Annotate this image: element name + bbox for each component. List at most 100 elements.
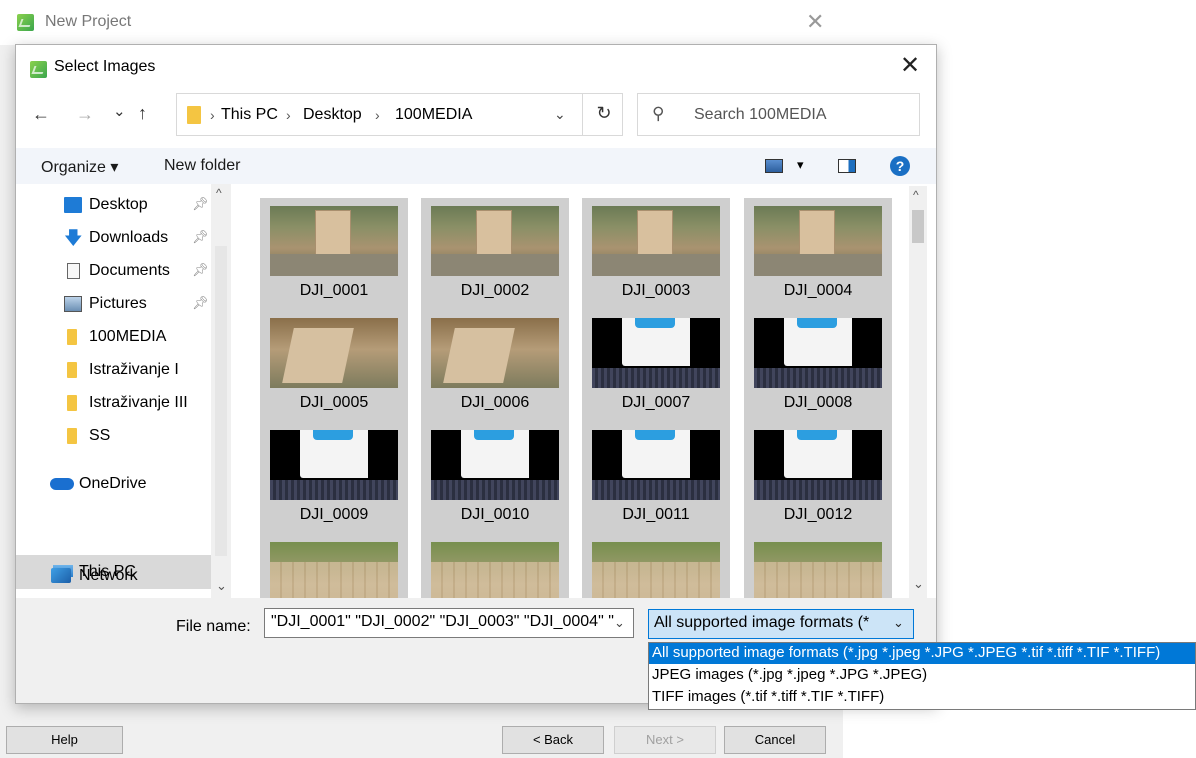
sidebar-item-100media[interactable]: 100MEDIA xyxy=(16,321,211,353)
back-arrow-icon[interactable]: ← xyxy=(32,104,50,125)
file-grid-scrollbar[interactable] xyxy=(909,186,927,598)
dialog-title: Select Images xyxy=(54,58,156,75)
sidebar-scroll-thumb[interactable] xyxy=(215,246,227,556)
sidebar-item-label: Downloads xyxy=(89,229,169,246)
image-thumbnail xyxy=(431,430,559,500)
sidebar-item-pictures[interactable]: Pictures 📌︎ xyxy=(16,288,211,320)
image-thumbnail xyxy=(592,542,720,598)
scroll-up-arrow-icon[interactable]: ^ xyxy=(913,188,919,202)
image-thumbnail xyxy=(754,206,882,276)
file-name: DJI_0007 xyxy=(621,394,691,411)
file-type-chevron-icon[interactable]: ⌄ xyxy=(893,615,904,631)
sidebar-item-label: Desktop xyxy=(89,196,148,213)
file-type-option-jpeg[interactable]: JPEG images (*.jpg *.jpeg *.JPG *.JPEG) xyxy=(649,665,1195,686)
file-name-input[interactable]: "DJI_0001" "DJI_0002" "DJI_0003" "DJI_00… xyxy=(264,608,634,638)
file-name: DJI_0010 xyxy=(460,506,530,523)
sidebar-item-ss[interactable]: SS xyxy=(16,420,211,452)
navigation-pane: Desktop 📌︎ 🡇 Downloads 📌︎ Documents 📌︎ P… xyxy=(16,184,231,598)
search-input[interactable]: ⚲ Search 100MEDIA xyxy=(637,93,920,136)
sidebar-item-label: Pictures xyxy=(89,295,147,312)
image-thumbnail xyxy=(431,318,559,388)
file-type-option-tiff[interactable]: TIFF images (*.tif *.tiff *.TIF *.TIFF) xyxy=(649,687,1195,708)
file-name: DJI_0012 xyxy=(783,506,853,523)
breadcrumb-separator: › xyxy=(210,107,215,123)
back-button[interactable]: < Back xyxy=(502,726,604,754)
sidebar-item-onedrive[interactable]: OneDrive xyxy=(16,468,211,500)
view-menu-chevron-icon[interactable]: ▾ xyxy=(797,157,804,173)
folder-icon xyxy=(67,329,77,345)
file-name: DJI_0002 xyxy=(460,282,530,299)
file-item[interactable]: DJI_0006 xyxy=(421,310,569,422)
app-logo-icon xyxy=(30,61,47,78)
onedrive-icon xyxy=(50,478,74,490)
file-item[interactable] xyxy=(421,534,569,598)
sidebar-item-istrazivanje-iii[interactable]: Istraživanje III xyxy=(16,387,211,419)
file-item[interactable]: DJI_0001 xyxy=(260,198,408,310)
image-thumbnail xyxy=(270,430,398,500)
forward-arrow-icon[interactable]: → xyxy=(76,104,94,125)
sidebar-item-label: SS xyxy=(89,427,111,444)
refresh-button[interactable]: ↻ xyxy=(582,93,625,136)
pictures-icon xyxy=(64,296,82,312)
new-project-close-button[interactable]: ✕ xyxy=(806,9,824,35)
new-project-title: New Project xyxy=(45,13,132,30)
scroll-down-arrow-icon[interactable]: ⌄ xyxy=(913,576,924,592)
new-project-titlebar: New Project ✕ xyxy=(0,0,843,45)
sidebar-item-label: Istraživanje III xyxy=(89,394,188,411)
file-item[interactable] xyxy=(260,534,408,598)
organize-menu[interactable]: Organize ▾ xyxy=(41,157,118,177)
breadcrumb-this-pc[interactable]: This PC xyxy=(221,106,278,124)
dialog-close-button[interactable]: ✕ xyxy=(900,51,920,80)
file-item[interactable]: DJI_0012 xyxy=(744,422,892,534)
command-toolbar: Organize ▾ New folder ▾ ? xyxy=(16,148,936,184)
view-mode-icon[interactable] xyxy=(765,159,783,173)
file-type-option-all[interactable]: All supported image formats (*.jpg *.jpe… xyxy=(649,643,1195,664)
sidebar-item-desktop[interactable]: Desktop 📌︎ xyxy=(16,189,211,221)
recent-locations-chevron-icon[interactable]: ⌄ xyxy=(113,102,126,120)
breadcrumb-desktop[interactable]: Desktop xyxy=(303,106,362,124)
address-dropdown-chevron-icon[interactable]: ⌄ xyxy=(554,106,566,123)
cancel-button[interactable]: Cancel xyxy=(724,726,826,754)
file-item[interactable]: DJI_0008 xyxy=(744,310,892,422)
file-name: DJI_0004 xyxy=(783,282,853,299)
file-item[interactable] xyxy=(744,534,892,598)
sidebar-item-istrazivanje-i[interactable]: Istraživanje I xyxy=(16,354,211,386)
pin-icon[interactable]: 📌︎ xyxy=(192,196,209,212)
next-button[interactable]: Next > xyxy=(614,726,716,754)
help-button[interactable]: Help xyxy=(6,726,123,754)
file-item[interactable]: DJI_0011 xyxy=(582,422,730,534)
scroll-down-arrow-icon[interactable]: ⌄ xyxy=(216,578,227,594)
folder-icon xyxy=(187,106,201,124)
new-folder-button[interactable]: New folder xyxy=(164,157,240,175)
file-item[interactable]: DJI_0007 xyxy=(582,310,730,422)
select-images-dialog: Select Images ✕ ← → ⌄ ↑ › This PC › Desk… xyxy=(15,44,937,704)
file-item[interactable]: DJI_0010 xyxy=(421,422,569,534)
sidebar-item-network[interactable]: Network xyxy=(16,560,211,592)
file-item[interactable]: DJI_0005 xyxy=(260,310,408,422)
file-item[interactable]: DJI_0002 xyxy=(421,198,569,310)
pin-icon[interactable]: 📌︎ xyxy=(192,229,209,245)
image-thumbnail xyxy=(754,318,882,388)
sidebar-item-label: Documents xyxy=(89,262,170,279)
up-arrow-icon[interactable]: ↑ xyxy=(138,103,147,124)
sidebar-item-documents[interactable]: Documents 📌︎ xyxy=(16,255,211,287)
file-item[interactable]: DJI_0004 xyxy=(744,198,892,310)
file-name-history-chevron-icon[interactable]: ⌄ xyxy=(614,615,625,631)
file-item[interactable]: DJI_0003 xyxy=(582,198,730,310)
pin-icon[interactable]: 📌︎ xyxy=(192,295,209,311)
address-bar[interactable]: › This PC › Desktop › 100MEDIA ⌄ xyxy=(176,93,623,136)
sidebar-item-downloads[interactable]: 🡇 Downloads 📌︎ xyxy=(16,222,211,254)
file-item[interactable]: DJI_0009 xyxy=(260,422,408,534)
scroll-up-arrow-icon[interactable]: ^ xyxy=(216,186,222,200)
file-item[interactable] xyxy=(582,534,730,598)
desktop-icon xyxy=(64,197,82,213)
file-type-select[interactable]: All supported image formats (* xyxy=(648,609,914,639)
preview-pane-icon[interactable] xyxy=(838,159,856,173)
file-grid-scroll-thumb[interactable] xyxy=(912,210,924,243)
breadcrumb-100media[interactable]: 100MEDIA xyxy=(395,106,472,124)
file-name: DJI_0008 xyxy=(783,394,853,411)
file-name: DJI_0001 xyxy=(299,282,369,299)
image-thumbnail xyxy=(270,206,398,276)
help-icon[interactable]: ? xyxy=(890,156,910,176)
pin-icon[interactable]: 📌︎ xyxy=(192,262,209,278)
